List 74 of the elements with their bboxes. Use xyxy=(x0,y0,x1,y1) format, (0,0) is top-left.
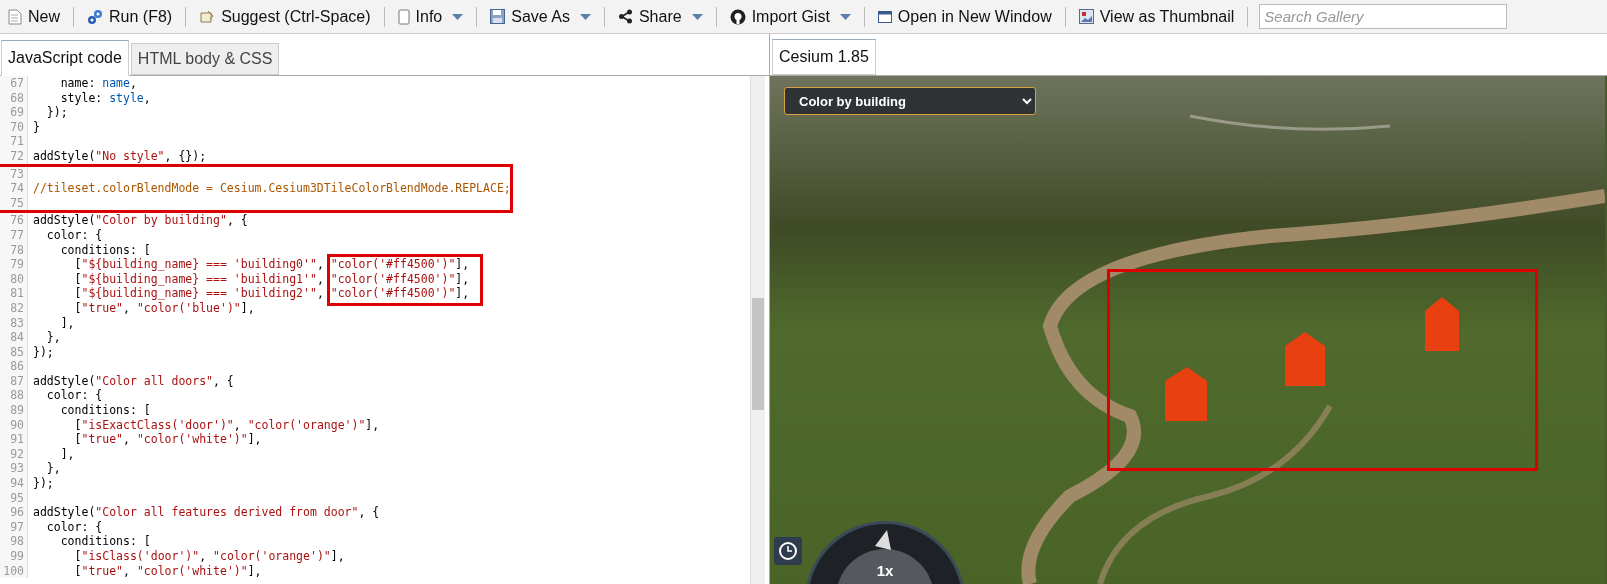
toolbar-button[interactable]: Suggest (Ctrl-Space) xyxy=(197,4,373,29)
speed-label: 1x xyxy=(876,561,894,581)
document-icon xyxy=(8,8,22,25)
toolbar-button[interactable]: Info xyxy=(395,4,466,29)
line-number: 81 xyxy=(0,286,28,301)
scrollbar[interactable] xyxy=(750,76,765,584)
code-line: conditions: [ xyxy=(59,403,151,418)
code-line: ["true", "color('white')"], xyxy=(73,563,262,578)
code-line: ], xyxy=(59,315,75,330)
code-line: conditions: [ xyxy=(59,242,151,257)
toolbar-button[interactable]: Import Gist xyxy=(727,4,853,29)
code-line: } xyxy=(33,119,40,134)
share-icon xyxy=(617,9,633,24)
code-line: //tileset.colorBlendMode = Cesium.Cesium3DTileColorBlendMode.REPLACE; xyxy=(33,181,511,196)
code-line: }, xyxy=(45,330,61,345)
line-number: 89 xyxy=(0,403,28,418)
code-line: ["${building_name} === 'building2'", "color('#ff4500')"], xyxy=(73,286,470,301)
code-line: ["${building_name} === 'building0'", "color('#ff4500')"], xyxy=(73,257,470,272)
code-line: }, xyxy=(45,461,61,476)
code-line: addStyle("Color all doors", { xyxy=(33,373,234,388)
toolbar-button[interactable]: Share xyxy=(615,4,705,29)
scrollbar-thumb[interactable] xyxy=(752,298,764,410)
toolbar-button[interactable]: Run (F8) xyxy=(85,4,175,29)
code-line: name: name, xyxy=(59,76,137,90)
window-icon xyxy=(877,10,892,23)
code-line: ], xyxy=(59,446,75,461)
line-number: 99 xyxy=(0,549,28,564)
code-line: ["${building_name} === 'building1'", "color('#ff4500')"], xyxy=(73,271,470,286)
note-icon xyxy=(199,9,216,24)
search-field[interactable]: Search Gallery xyxy=(1259,4,1508,29)
line-number: 86 xyxy=(0,359,28,374)
picture-icon xyxy=(1078,9,1094,24)
code-line: ["true", "color('white')"], xyxy=(73,432,262,447)
code-line: addStyle("Color by building", { xyxy=(33,213,248,228)
line-number: 91 xyxy=(0,432,28,447)
pointer-icon xyxy=(873,530,891,550)
clock-button[interactable] xyxy=(774,537,802,565)
editor-tab[interactable]: JavaScript code xyxy=(1,40,129,76)
code-line: ["true", "color('blue')"], xyxy=(73,300,255,315)
page-icon xyxy=(397,8,410,25)
line-number: 98 xyxy=(0,534,28,549)
line-number: 69 xyxy=(0,105,28,120)
code-line: conditions: [ xyxy=(59,534,151,549)
toolbar-button[interactable]: Open in New Window xyxy=(875,4,1054,29)
code-line: }); xyxy=(45,105,68,120)
line-number: 73 xyxy=(0,166,28,182)
code-line: ["isClass('door')", "color('orange')"], xyxy=(73,549,345,563)
code-line: }); xyxy=(33,476,54,491)
code-line: color: { xyxy=(45,519,103,534)
line-number: 74 xyxy=(0,181,28,196)
line-number: 79 xyxy=(0,257,28,272)
line-number: 76 xyxy=(0,213,28,228)
line-number: 93 xyxy=(0,461,28,477)
line-number: 71 xyxy=(0,134,28,149)
code-line: color: { xyxy=(45,227,103,242)
line-number: 96 xyxy=(0,505,28,520)
editor-tab[interactable]: HTML body & CSS xyxy=(130,43,280,75)
style-dropdown[interactable]: Color by building xyxy=(784,87,1036,115)
toolbar-button[interactable]: New xyxy=(6,4,62,29)
line-number: 88 xyxy=(0,388,28,404)
code-line: }); xyxy=(33,344,54,359)
toolbar-button[interactable]: View as Thumbnail xyxy=(1076,4,1237,29)
code-line: addStyle("Color all features derived from door", { xyxy=(33,505,380,520)
line-number: 94 xyxy=(0,476,28,491)
code-line: addStyle("No style", {}); xyxy=(33,148,207,163)
gears-icon xyxy=(87,8,103,25)
line-number: 67 xyxy=(0,76,28,91)
code-line: ["isExactClass('door')", "color('orange')"], xyxy=(73,417,380,432)
code-line: style: style, xyxy=(59,90,151,105)
clock-icon xyxy=(779,542,797,560)
viewer-tab[interactable]: Cesium 1.85 xyxy=(772,39,876,75)
code-line: color: { xyxy=(45,388,103,403)
toolbar-button[interactable]: Save As xyxy=(488,4,593,29)
line-number: 84 xyxy=(0,330,28,345)
